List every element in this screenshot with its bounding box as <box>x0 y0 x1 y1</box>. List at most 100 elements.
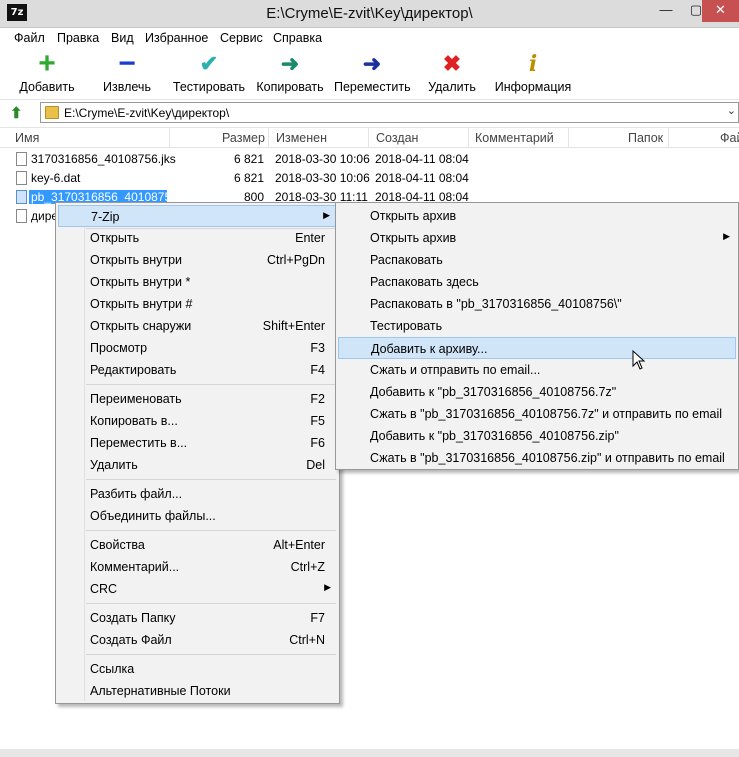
menu-view[interactable]: Вид <box>111 31 134 45</box>
up-folder-icon[interactable]: ⬆ <box>10 104 23 122</box>
submenu-item-compress-email[interactable]: Сжать и отправить по email... <box>338 359 736 381</box>
menu-separator <box>86 479 336 480</box>
menu-favorites[interactable]: Избранное <box>145 31 208 45</box>
column-folders[interactable]: Папок <box>628 131 663 145</box>
submenu-item-extract-here[interactable]: Распаковать здесь <box>338 271 736 293</box>
submenu-item-test[interactable]: Тестировать <box>338 315 736 337</box>
file-name: key-6.dat <box>31 171 81 185</box>
submenu-item-extract[interactable]: Распаковать <box>338 249 736 271</box>
menu-item-label: Копировать в... <box>90 414 178 428</box>
menu-item-move-to[interactable]: Переместить в... F6 <box>58 432 337 454</box>
submenu-arrow-icon: ▶ <box>723 231 730 241</box>
menu-separator <box>86 654 336 655</box>
submenu-item-add-to-7z[interactable]: Добавить к "pb_3170316856_40108756.7z" <box>338 381 736 403</box>
menu-item-label: Открыть внутри # <box>90 297 193 311</box>
menu-help[interactable]: Справка <box>273 31 322 45</box>
submenu-7zip: Открыть архив Открыть архив ▶ Распаковат… <box>335 202 739 470</box>
menu-item-split-file[interactable]: Разбить файл... <box>58 483 337 505</box>
submenu-item-label: Распаковать в "pb_3170316856_40108756\" <box>370 297 622 311</box>
menu-item-label: Открыть <box>90 231 140 245</box>
menu-item-crc[interactable]: CRC ▶ <box>58 578 337 600</box>
menu-separator <box>86 384 336 385</box>
test-button[interactable]: ✔ Тестировать <box>170 52 248 95</box>
menu-item-delete[interactable]: Удалить Del <box>58 454 337 476</box>
file-row[interactable]: key-6.dat 6 821 2018-03-30 10:06 2018-04… <box>0 169 470 188</box>
delete-button[interactable]: ✖ Удалить <box>424 52 480 95</box>
submenu-item-compress-7z-email[interactable]: Сжать в "pb_3170316856_40108756.7z" и от… <box>338 403 736 425</box>
menu-item-shortcut: F4 <box>310 363 325 377</box>
close-button[interactable]: ✕ <box>702 0 739 22</box>
submenu-item-label: Распаковать <box>370 253 443 267</box>
submenu-item-label: Сжать в "pb_3170316856_40108756.7z" и от… <box>370 407 723 421</box>
column-separator[interactable] <box>668 128 669 148</box>
submenu-item-open-archive[interactable]: Открыть архив <box>338 205 736 227</box>
menu-edit[interactable]: Правка <box>57 31 99 45</box>
file-modified: 2018-03-30 10:06 <box>275 171 370 185</box>
menu-item-comment[interactable]: Комментарий... Ctrl+Z <box>58 556 337 578</box>
submenu-item-compress-zip-email[interactable]: Сжать в "pb_3170316856_40108756.zip" и о… <box>338 447 736 469</box>
menu-item-open-outside[interactable]: Открыть снаружи Shift+Enter <box>58 315 337 337</box>
menu-item-open[interactable]: Открыть Enter <box>58 227 337 249</box>
column-separator[interactable] <box>169 128 170 148</box>
context-menu: 7-Zip ▶ Открыть Enter Открыть внутри Ctr… <box>55 202 340 704</box>
file-icon <box>16 209 27 223</box>
add-button[interactable]: + Добавить <box>14 49 80 95</box>
file-size: 6 821 <box>233 171 264 185</box>
menu-item-combine-files[interactable]: Объединить файлы... <box>58 505 337 527</box>
menu-item-label: Переименовать <box>90 392 182 406</box>
address-bar: ⬆ E:\Cryme\E-zvit\Key\директор\ ⌄ <box>0 100 739 125</box>
column-name[interactable]: Имя <box>15 131 39 145</box>
delete-label: Удалить <box>428 80 476 94</box>
column-modified[interactable]: Изменен <box>276 131 327 145</box>
menu-item-open-inside-star[interactable]: Открыть внутри * <box>58 271 337 293</box>
submenu-item-add-to-archive[interactable]: Добавить к архиву... <box>338 337 736 359</box>
column-separator[interactable] <box>568 128 569 148</box>
menu-item-view[interactable]: Просмотр F3 <box>58 337 337 359</box>
column-separator[interactable] <box>468 128 469 148</box>
column-created[interactable]: Создан <box>376 131 418 145</box>
submenu-arrow-icon: ▶ <box>324 582 331 592</box>
horizontal-scrollbar[interactable] <box>0 749 739 757</box>
column-files[interactable]: Фай <box>720 131 739 145</box>
menu-item-shortcut: Del <box>306 458 325 472</box>
submenu-item-extract-to-folder[interactable]: Распаковать в "pb_3170316856_40108756\" <box>338 293 736 315</box>
menu-item-rename[interactable]: Переименовать F2 <box>58 388 337 410</box>
menu-item-create-folder[interactable]: Создать Папку F7 <box>58 607 337 629</box>
close-icon: ✕ <box>715 2 726 17</box>
menu-separator <box>86 530 336 531</box>
menu-item-copy-to[interactable]: Копировать в... F5 <box>58 410 337 432</box>
menu-item-alt-streams[interactable]: Альтернативные Потоки <box>58 680 337 702</box>
menu-item-7zip[interactable]: 7-Zip ▶ <box>58 205 337 227</box>
column-separator[interactable] <box>368 128 369 148</box>
copy-button[interactable]: ➜ Копировать <box>254 52 326 95</box>
menu-tools[interactable]: Сервис <box>220 31 263 45</box>
chevron-down-icon[interactable]: ⌄ <box>727 104 736 117</box>
menu-item-label: Альтернативные Потоки <box>90 684 231 698</box>
menu-item-open-inside-hash[interactable]: Открыть внутри # <box>58 293 337 315</box>
submenu-item-open-archive-type[interactable]: Открыть архив ▶ <box>338 227 736 249</box>
menu-file[interactable]: Файл <box>14 31 45 45</box>
menu-item-properties[interactable]: Свойства Alt+Enter <box>58 534 337 556</box>
file-row[interactable]: 3170316856_40108756.jks 6 821 2018-03-30… <box>0 150 470 169</box>
column-comment[interactable]: Комментарий <box>475 131 554 145</box>
menu-item-label: Открыть внутри <box>90 253 183 267</box>
menu-item-open-inside[interactable]: Открыть внутри Ctrl+PgDn <box>58 249 337 271</box>
info-button[interactable]: i Информация <box>494 52 572 94</box>
submenu-item-add-to-zip[interactable]: Добавить к "pb_3170316856_40108756.zip" <box>338 425 736 447</box>
column-separator[interactable] <box>268 128 269 148</box>
minimize-button[interactable]: — <box>651 0 681 22</box>
menu-separator <box>86 603 336 604</box>
menu-item-link[interactable]: Ссылка <box>58 658 337 680</box>
toolbar: + Добавить − Извлечь ✔ Тестировать ➜ Коп… <box>0 48 739 100</box>
menu-item-label: Открыть снаружи <box>90 319 192 333</box>
menu-item-edit[interactable]: Редактировать F4 <box>58 359 337 381</box>
extract-label: Извлечь <box>103 80 151 94</box>
column-size[interactable]: Размер <box>222 131 265 145</box>
menu-item-label: Комментарий... <box>90 560 180 574</box>
maximize-icon: ▢ <box>689 2 703 17</box>
menu-item-create-file[interactable]: Создать Файл Ctrl+N <box>58 629 337 651</box>
move-button[interactable]: ➜ Переместить <box>334 52 411 95</box>
address-input[interactable]: E:\Cryme\E-zvit\Key\директор\ ⌄ <box>40 102 739 123</box>
menu-item-shortcut: Enter <box>295 231 325 245</box>
extract-button[interactable]: − Извлечь <box>96 49 158 95</box>
